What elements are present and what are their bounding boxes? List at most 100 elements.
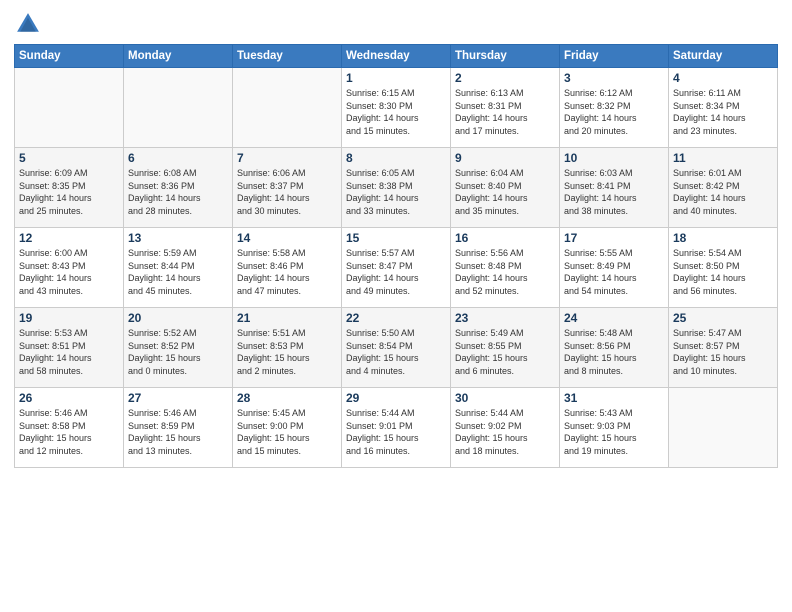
calendar-day: 6Sunrise: 6:08 AMSunset: 8:36 PMDaylight… (124, 148, 233, 228)
calendar-day: 4 Sunrise: 6:11 AMSunset: 8:34 PMDaylight… (669, 68, 778, 148)
weekday-header-wednesday: Wednesday (342, 45, 451, 68)
day-number: 6 (128, 151, 228, 165)
day-number: 21 (237, 311, 337, 325)
day-number: 10 (564, 151, 664, 165)
day-info: Sunrise: 5:46 AMSunset: 8:58 PMDaylight:… (19, 407, 119, 457)
calendar-day: 19 Sunrise: 5:53 AMSunset: 8:51 PMDayligh… (15, 308, 124, 388)
calendar-day: 24 Sunrise: 5:48 AMSunset: 8:56 PMDayligh… (560, 308, 669, 388)
day-info: Sunrise: 5:54 AMSunset: 8:50 PMDaylight:… (673, 247, 773, 297)
calendar-day: 23Sunrise: 5:49 AMSunset: 8:55 PMDayligh… (451, 308, 560, 388)
day-number: 24 (564, 311, 664, 325)
header-row (14, 10, 778, 38)
calendar-day: 12Sunrise: 6:00 AMSunset: 8:43 PMDayligh… (15, 228, 124, 308)
calendar-day (124, 68, 233, 148)
day-info: Sunrise: 5:55 AMSunset: 8:49 PMDaylight:… (564, 247, 664, 297)
day-number: 8 (346, 151, 446, 165)
calendar-day: 7Sunrise: 6:06 AMSunset: 8:37 PMDaylight… (233, 148, 342, 228)
weekday-header-row: SundayMondayTuesdayWednesdayThursdayFrid… (15, 45, 778, 68)
calendar-day: 30 Sunrise: 5:44 AMSunset: 9:02 PMDayligh… (451, 388, 560, 468)
day-info: Sunrise: 6:06 AMSunset: 8:37 PMDaylight:… (237, 167, 337, 217)
day-number: 14 (237, 231, 337, 245)
day-info: Sunrise: 5:52 AMSunset: 8:52 PMDaylight:… (128, 327, 228, 377)
day-number: 13 (128, 231, 228, 245)
day-number: 22 (346, 311, 446, 325)
day-number: 19 (19, 311, 119, 325)
day-number: 20 (128, 311, 228, 325)
calendar-day: 11 Sunrise: 6:01 AMSunset: 8:42 PMDayligh… (669, 148, 778, 228)
day-info: Sunrise: 5:45 AMSunset: 9:00 PMDaylight:… (237, 407, 337, 457)
calendar-day (669, 388, 778, 468)
calendar-day: 25 Sunrise: 5:47 AMSunset: 8:57 PMDayligh… (669, 308, 778, 388)
weekday-header-friday: Friday (560, 45, 669, 68)
day-number: 29 (346, 391, 446, 405)
calendar-day: 15 Sunrise: 5:57 AMSunset: 8:47 PMDayligh… (342, 228, 451, 308)
day-number: 25 (673, 311, 773, 325)
day-info: Sunrise: 6:13 AMSunset: 8:31 PMDaylight:… (455, 87, 555, 137)
day-info: Sunrise: 6:12 AMSunset: 8:32 PMDaylight:… (564, 87, 664, 137)
day-number: 1 (346, 71, 446, 85)
weekday-header-monday: Monday (124, 45, 233, 68)
calendar-day (15, 68, 124, 148)
calendar-week-2: 5Sunrise: 6:09 AMSunset: 8:35 PMDaylight… (15, 148, 778, 228)
weekday-header-sunday: Sunday (15, 45, 124, 68)
calendar-week-4: 19 Sunrise: 5:53 AMSunset: 8:51 PMDayligh… (15, 308, 778, 388)
calendar-day: 8 Sunrise: 6:05 AMSunset: 8:38 PMDaylight… (342, 148, 451, 228)
calendar-day: 9 Sunrise: 6:04 AMSunset: 8:40 PMDaylight… (451, 148, 560, 228)
calendar-day: 21 Sunrise: 5:51 AMSunset: 8:53 PMDayligh… (233, 308, 342, 388)
day-info: Sunrise: 5:51 AMSunset: 8:53 PMDaylight:… (237, 327, 337, 377)
calendar-day: 16 Sunrise: 5:56 AMSunset: 8:48 PMDayligh… (451, 228, 560, 308)
day-info: Sunrise: 5:46 AMSunset: 8:59 PMDaylight:… (128, 407, 228, 457)
day-info: Sunrise: 6:11 AMSunset: 8:34 PMDaylight:… (673, 87, 773, 137)
day-number: 11 (673, 151, 773, 165)
day-info: Sunrise: 5:50 AMSunset: 8:54 PMDaylight:… (346, 327, 446, 377)
day-number: 3 (564, 71, 664, 85)
day-info: Sunrise: 5:53 AMSunset: 8:51 PMDaylight:… (19, 327, 119, 377)
calendar-day: 28 Sunrise: 5:45 AMSunset: 9:00 PMDayligh… (233, 388, 342, 468)
day-number: 4 (673, 71, 773, 85)
calendar-day: 31 Sunrise: 5:43 AMSunset: 9:03 PMDayligh… (560, 388, 669, 468)
calendar-table: SundayMondayTuesdayWednesdayThursdayFrid… (14, 44, 778, 468)
day-number: 31 (564, 391, 664, 405)
calendar-container: SundayMondayTuesdayWednesdayThursdayFrid… (0, 0, 792, 476)
day-info: Sunrise: 6:03 AMSunset: 8:41 PMDaylight:… (564, 167, 664, 217)
calendar-day: 22 Sunrise: 5:50 AMSunset: 8:54 PMDayligh… (342, 308, 451, 388)
calendar-week-1: 1 Sunrise: 6:15 AMSunset: 8:30 PMDaylight… (15, 68, 778, 148)
day-number: 17 (564, 231, 664, 245)
calendar-day: 27Sunrise: 5:46 AMSunset: 8:59 PMDayligh… (124, 388, 233, 468)
day-number: 18 (673, 231, 773, 245)
day-info: Sunrise: 5:56 AMSunset: 8:48 PMDaylight:… (455, 247, 555, 297)
calendar-day: 17 Sunrise: 5:55 AMSunset: 8:49 PMDayligh… (560, 228, 669, 308)
day-info: Sunrise: 5:47 AMSunset: 8:57 PMDaylight:… (673, 327, 773, 377)
day-number: 15 (346, 231, 446, 245)
day-info: Sunrise: 6:15 AMSunset: 8:30 PMDaylight:… (346, 87, 446, 137)
calendar-day: 13 Sunrise: 5:59 AMSunset: 8:44 PMDayligh… (124, 228, 233, 308)
day-info: Sunrise: 5:43 AMSunset: 9:03 PMDaylight:… (564, 407, 664, 457)
calendar-day: 1 Sunrise: 6:15 AMSunset: 8:30 PMDaylight… (342, 68, 451, 148)
logo (14, 10, 46, 38)
day-number: 30 (455, 391, 555, 405)
day-number: 26 (19, 391, 119, 405)
day-info: Sunrise: 6:04 AMSunset: 8:40 PMDaylight:… (455, 167, 555, 217)
day-number: 9 (455, 151, 555, 165)
day-info: Sunrise: 5:49 AMSunset: 8:55 PMDaylight:… (455, 327, 555, 377)
logo-icon (14, 10, 42, 38)
weekday-header-tuesday: Tuesday (233, 45, 342, 68)
weekday-header-saturday: Saturday (669, 45, 778, 68)
calendar-day (233, 68, 342, 148)
calendar-day: 2Sunrise: 6:13 AMSunset: 8:31 PMDaylight… (451, 68, 560, 148)
day-info: Sunrise: 6:01 AMSunset: 8:42 PMDaylight:… (673, 167, 773, 217)
day-number: 16 (455, 231, 555, 245)
calendar-day: 26 Sunrise: 5:46 AMSunset: 8:58 PMDayligh… (15, 388, 124, 468)
calendar-day: 18 Sunrise: 5:54 AMSunset: 8:50 PMDayligh… (669, 228, 778, 308)
day-info: Sunrise: 5:44 AMSunset: 9:02 PMDaylight:… (455, 407, 555, 457)
calendar-day: 29Sunrise: 5:44 AMSunset: 9:01 PMDayligh… (342, 388, 451, 468)
calendar-day: 10 Sunrise: 6:03 AMSunset: 8:41 PMDayligh… (560, 148, 669, 228)
day-info: Sunrise: 5:59 AMSunset: 8:44 PMDaylight:… (128, 247, 228, 297)
day-info: Sunrise: 5:57 AMSunset: 8:47 PMDaylight:… (346, 247, 446, 297)
calendar-day: 20 Sunrise: 5:52 AMSunset: 8:52 PMDayligh… (124, 308, 233, 388)
day-number: 28 (237, 391, 337, 405)
calendar-day: 3 Sunrise: 6:12 AMSunset: 8:32 PMDaylight… (560, 68, 669, 148)
day-info: Sunrise: 6:05 AMSunset: 8:38 PMDaylight:… (346, 167, 446, 217)
calendar-week-3: 12Sunrise: 6:00 AMSunset: 8:43 PMDayligh… (15, 228, 778, 308)
day-info: Sunrise: 5:48 AMSunset: 8:56 PMDaylight:… (564, 327, 664, 377)
